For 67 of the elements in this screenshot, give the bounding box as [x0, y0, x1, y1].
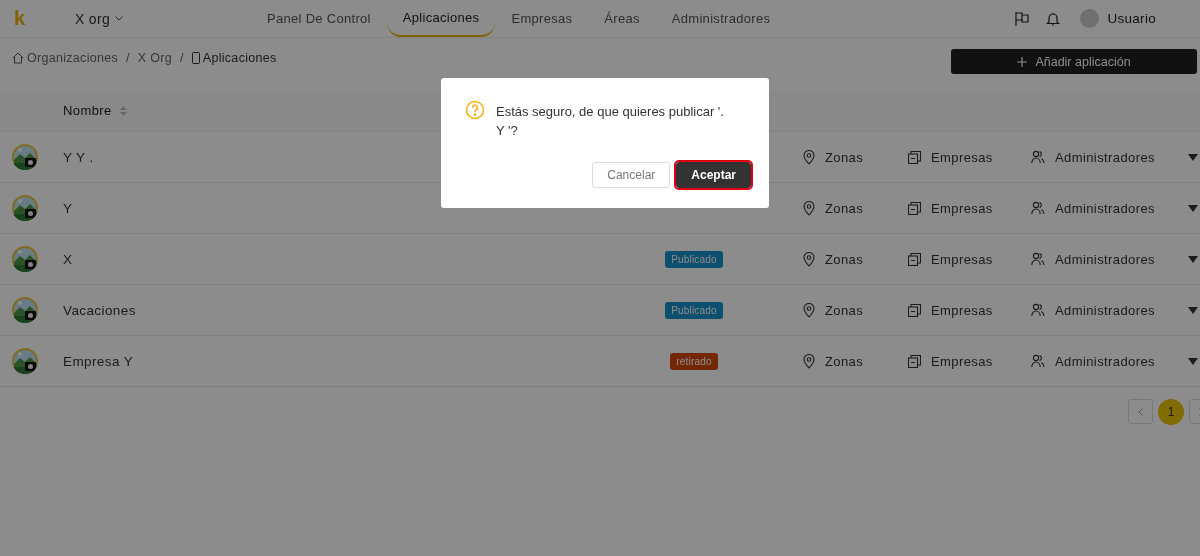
- caret-down-icon[interactable]: [1188, 153, 1198, 161]
- dialog-message: Estás seguro, de que quieres publicar '. Y '?: [496, 103, 724, 140]
- companies-link[interactable]: Empresas: [931, 149, 993, 165]
- home-icon: [12, 52, 24, 64]
- companies-link[interactable]: Empresas: [931, 200, 993, 216]
- status-badge: retirado: [670, 352, 718, 370]
- breadcrumb-link[interactable]: Aplicaciones: [191, 51, 277, 65]
- users-icon: [1031, 354, 1045, 368]
- user-name[interactable]: Usuario: [1107, 11, 1156, 26]
- zones-link[interactable]: Zonas: [825, 149, 864, 165]
- breadcrumb-link[interactable]: X Org: [137, 51, 172, 65]
- users-icon: [1031, 252, 1045, 266]
- cancel-button[interactable]: Cancelar: [592, 162, 671, 188]
- breadcrumb-separator: /: [180, 51, 184, 65]
- location-pin-icon: [803, 149, 815, 165]
- companies-link[interactable]: Empresas: [931, 353, 993, 369]
- administrators-link[interactable]: Administradores: [1055, 149, 1155, 165]
- nav-tab[interactable]: Panel De Control: [251, 0, 387, 37]
- chevron-down-icon: [114, 16, 123, 21]
- plus-icon: [1017, 56, 1028, 67]
- documents-icon: [908, 201, 921, 215]
- users-icon: [1031, 303, 1045, 317]
- caret-down-icon[interactable]: [1188, 306, 1198, 314]
- status-badge: Publicado: [665, 301, 723, 319]
- location-pin-icon: [803, 302, 815, 318]
- question-icon: [465, 100, 485, 120]
- add-application-button[interactable]: Añadir aplicación: [951, 49, 1197, 74]
- column-header: Nombre: [63, 103, 112, 118]
- caret-down-icon[interactable]: [1188, 255, 1198, 263]
- nav-tab[interactable]: Aplicaciones: [386, 0, 496, 37]
- location-pin-icon: [803, 353, 815, 369]
- companies-link[interactable]: Empresas: [931, 302, 993, 318]
- status-badge: Publicado: [665, 250, 723, 268]
- zones-link[interactable]: Zonas: [825, 200, 864, 216]
- phone-icon: [191, 52, 200, 64]
- administrators-link[interactable]: Administradores: [1055, 302, 1155, 318]
- administrators-link[interactable]: Administradores: [1055, 353, 1155, 369]
- administrators-link[interactable]: Administradores: [1055, 200, 1155, 216]
- administrators-link[interactable]: Administradores: [1055, 251, 1155, 267]
- users-icon: [1031, 201, 1045, 215]
- page-number[interactable]: 1: [1158, 399, 1184, 425]
- zones-link[interactable]: Zonas: [825, 251, 864, 267]
- documents-icon: [908, 303, 921, 317]
- application-name[interactable]: X: [63, 251, 638, 267]
- location-pin-icon: [803, 200, 815, 216]
- caret-down-icon[interactable]: [1188, 357, 1198, 365]
- users-icon: [1031, 150, 1045, 164]
- zones-link[interactable]: Zonas: [825, 353, 864, 369]
- nav-tab[interactable]: Administradores: [655, 0, 787, 37]
- flag-icon[interactable]: [1014, 10, 1031, 27]
- application-name[interactable]: Vacaciones: [63, 302, 638, 318]
- documents-icon: [908, 252, 921, 266]
- nav-tab[interactable]: Áreas: [588, 0, 656, 37]
- application-name[interactable]: Empresa Y: [63, 353, 638, 369]
- zones-link[interactable]: Zonas: [825, 302, 864, 318]
- confirm-button[interactable]: Aceptar: [676, 162, 751, 188]
- chevron-left-icon: [1138, 407, 1143, 416]
- documents-icon: [908, 150, 921, 164]
- caret-down-icon[interactable]: [1188, 204, 1198, 212]
- documents-icon: [908, 354, 921, 368]
- location-pin-icon: [803, 251, 815, 267]
- breadcrumb-link[interactable]: Organizaciones: [12, 51, 119, 65]
- org-selector[interactable]: X org: [75, 10, 251, 27]
- nav-tab[interactable]: Empresas: [495, 0, 589, 37]
- breadcrumb-separator: /: [126, 51, 130, 65]
- companies-link[interactable]: Empresas: [931, 251, 993, 267]
- bell-icon[interactable]: [1046, 10, 1061, 27]
